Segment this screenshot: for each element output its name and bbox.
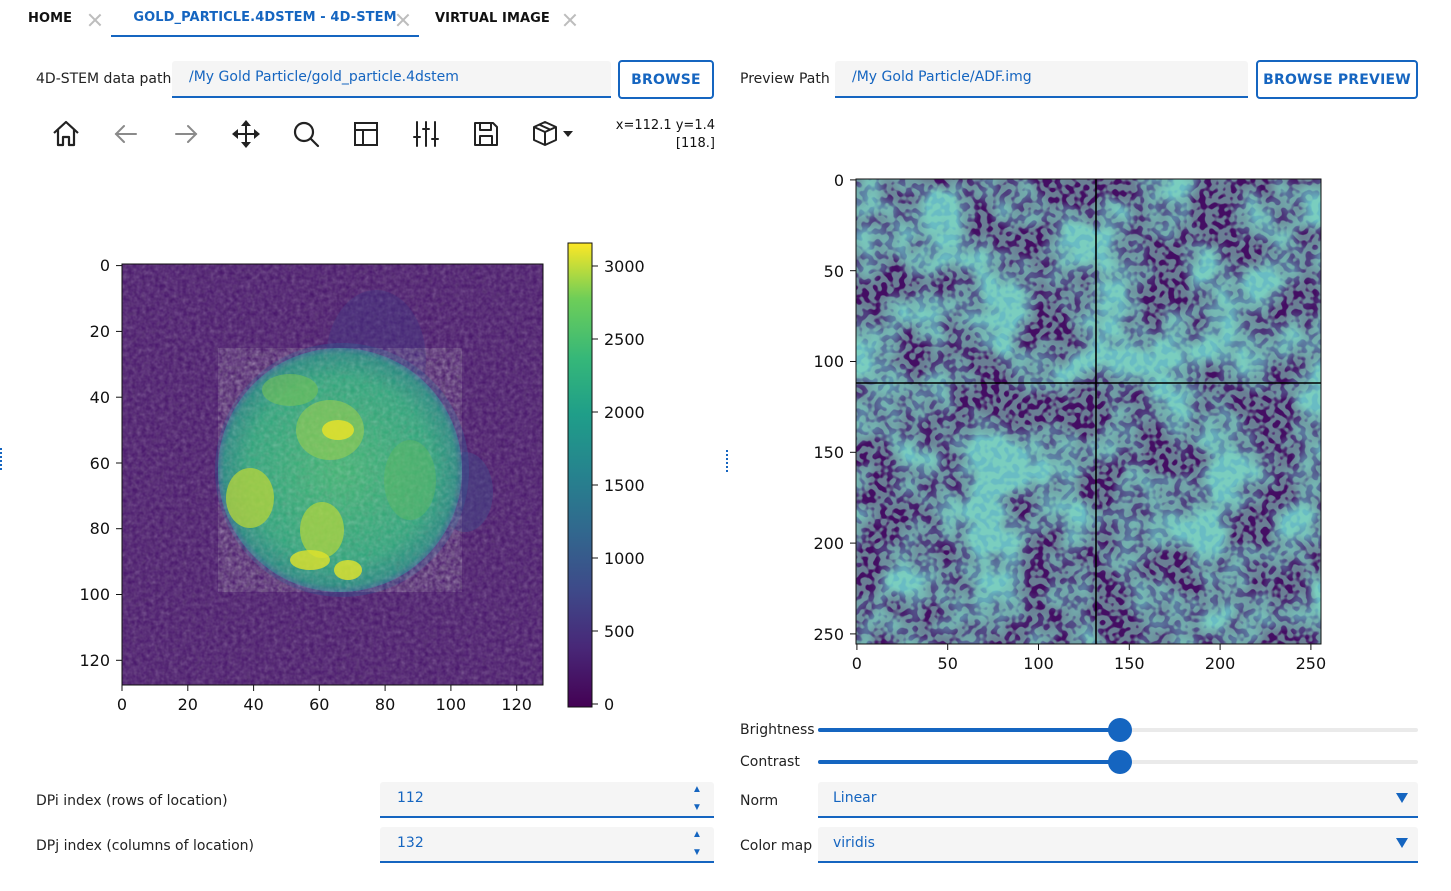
- brightness-label: Brightness: [740, 722, 815, 738]
- subplots-icon[interactable]: [349, 117, 383, 151]
- close-icon[interactable]: [562, 12, 578, 28]
- brightness-slider-fill: [818, 728, 1120, 732]
- brightness-slider[interactable]: [818, 718, 1418, 742]
- dpj-value: 132: [397, 835, 424, 851]
- coordinate-text: x=112.1 y=1.4: [615, 118, 715, 133]
- colorbar-tick-label: 2000: [604, 403, 645, 422]
- y-tick-label: 0: [834, 171, 844, 190]
- preview-path-label: Preview Path: [740, 71, 830, 87]
- increment-icon[interactable]: ▲: [692, 829, 704, 840]
- y-tick-label: 50: [824, 262, 844, 281]
- dpi-label: DPi index (rows of location): [36, 793, 228, 809]
- colorbar: [567, 242, 593, 708]
- close-icon[interactable]: [395, 12, 411, 28]
- data-path-field[interactable]: /My Gold Particle/gold_particle.4dstem: [172, 61, 611, 98]
- x-tick-label: 0: [852, 654, 862, 673]
- dpi-input[interactable]: 112 ▲ ▼: [380, 782, 714, 818]
- diffraction-plot[interactable]: 0 20 40 60 80 100 120 0 20 40 60 80 100 …: [60, 230, 700, 730]
- dpj-input[interactable]: 132 ▲ ▼: [380, 827, 714, 863]
- y-tick-label: 250: [813, 625, 844, 644]
- zoom-icon[interactable]: [289, 117, 323, 151]
- data-path-label: 4D-STEM data path: [36, 71, 172, 87]
- dpj-label: DPj index (columns of location): [36, 838, 255, 854]
- contrast-slider[interactable]: [818, 750, 1418, 774]
- y-tick-label: 40: [90, 388, 110, 407]
- tab-home[interactable]: HOME: [28, 0, 72, 37]
- forward-icon[interactable]: [169, 117, 203, 151]
- colorbar-tick-label: 1000: [604, 549, 645, 568]
- save-icon[interactable]: [469, 117, 503, 151]
- colorbar-tick-label: 3000: [604, 257, 645, 276]
- preview-path-value: /My Gold Particle/ADF.img: [852, 69, 1032, 85]
- chevron-down-icon: [1396, 793, 1408, 803]
- tab-home-label: HOME: [28, 11, 73, 26]
- contrast-slider-fill: [818, 760, 1120, 764]
- x-tick-label: 0: [117, 695, 127, 714]
- norm-label: Norm: [740, 793, 779, 809]
- y-tick-label: 20: [90, 322, 110, 341]
- tab-virtual-image-label: VIRTUAL IMAGE: [435, 11, 550, 26]
- left-splitter-handle[interactable]: [0, 448, 4, 470]
- y-tick-label: 200: [813, 534, 844, 553]
- data-path-value: /My Gold Particle/gold_particle.4dstem: [189, 69, 459, 85]
- y-tick-label: 60: [90, 454, 110, 473]
- x-tick-label: 80: [375, 695, 395, 714]
- x-tick-label: 50: [938, 654, 958, 673]
- x-tick-label: 100: [1023, 654, 1054, 673]
- browse-button[interactable]: BROWSE: [618, 60, 714, 99]
- home-icon[interactable]: [49, 117, 83, 151]
- back-icon[interactable]: [109, 117, 143, 151]
- x-tick-label: 120: [501, 695, 532, 714]
- colorbar-tick-label: 500: [604, 622, 635, 641]
- decrement-icon[interactable]: ▼: [692, 847, 704, 858]
- norm-value: Linear: [833, 790, 877, 806]
- x-tick-label: 60: [309, 695, 329, 714]
- y-tick-label: 80: [90, 519, 110, 538]
- colorbar-tick-label: 0: [604, 695, 614, 714]
- increment-icon[interactable]: ▲: [692, 784, 704, 795]
- chevron-down-icon: [1396, 838, 1408, 848]
- colormap-select[interactable]: viridis: [818, 827, 1418, 863]
- adjust-icon[interactable]: [409, 117, 443, 151]
- tab-virtual-image[interactable]: VIRTUAL IMAGE: [435, 0, 550, 37]
- x-tick-label: 40: [243, 695, 263, 714]
- tab-bar: HOME GOLD_PARTICLE.4DSTEM - 4D-STEM VIRT…: [0, 0, 1451, 40]
- contrast-slider-thumb[interactable]: [1108, 750, 1132, 774]
- x-tick-label: 150: [1114, 654, 1145, 673]
- x-tick-label: 100: [436, 695, 467, 714]
- decrement-icon[interactable]: ▼: [692, 802, 704, 813]
- preview-path-field[interactable]: /My Gold Particle/ADF.img: [835, 61, 1248, 98]
- virtual-image-plot[interactable]: 0 50 100 150 200 250 0 50 100 150 200 25…: [800, 160, 1360, 690]
- pan-icon[interactable]: [229, 117, 263, 151]
- tab-gold-particle[interactable]: GOLD_PARTICLE.4DSTEM - 4D-STEM: [111, 0, 419, 37]
- 3d-cube-icon[interactable]: [529, 117, 575, 151]
- colormap-value: viridis: [833, 835, 875, 851]
- colorbar-tick-label: 1500: [604, 476, 645, 495]
- contrast-label: Contrast: [740, 754, 800, 770]
- browse-preview-button[interactable]: BROWSE PREVIEW: [1256, 60, 1418, 99]
- y-tick-label: 150: [813, 443, 844, 462]
- left-x-axis: [121, 685, 518, 691]
- colormap-label: Color map: [740, 838, 813, 854]
- dpi-value: 112: [397, 790, 424, 806]
- x-tick-label: 250: [1296, 654, 1327, 673]
- coordinate-readout: x=112.1 y=1.4 [118.]: [616, 117, 715, 153]
- colorbar-tick-label: 2500: [604, 330, 645, 349]
- y-tick-label: 100: [79, 585, 110, 604]
- pixel-value-text: [118.]: [675, 136, 715, 151]
- brightness-slider-thumb[interactable]: [1108, 718, 1132, 742]
- y-tick-label: 120: [79, 651, 110, 670]
- x-tick-label: 200: [1205, 654, 1236, 673]
- x-tick-label: 20: [178, 695, 198, 714]
- y-tick-label: 0: [100, 256, 110, 275]
- left-y-axis: [116, 265, 122, 661]
- close-icon[interactable]: [87, 12, 103, 28]
- y-tick-label: 100: [813, 352, 844, 371]
- center-splitter-handle[interactable]: [726, 450, 730, 472]
- tab-gold-particle-label: GOLD_PARTICLE.4DSTEM - 4D-STEM: [133, 10, 397, 25]
- norm-select[interactable]: Linear: [818, 782, 1418, 818]
